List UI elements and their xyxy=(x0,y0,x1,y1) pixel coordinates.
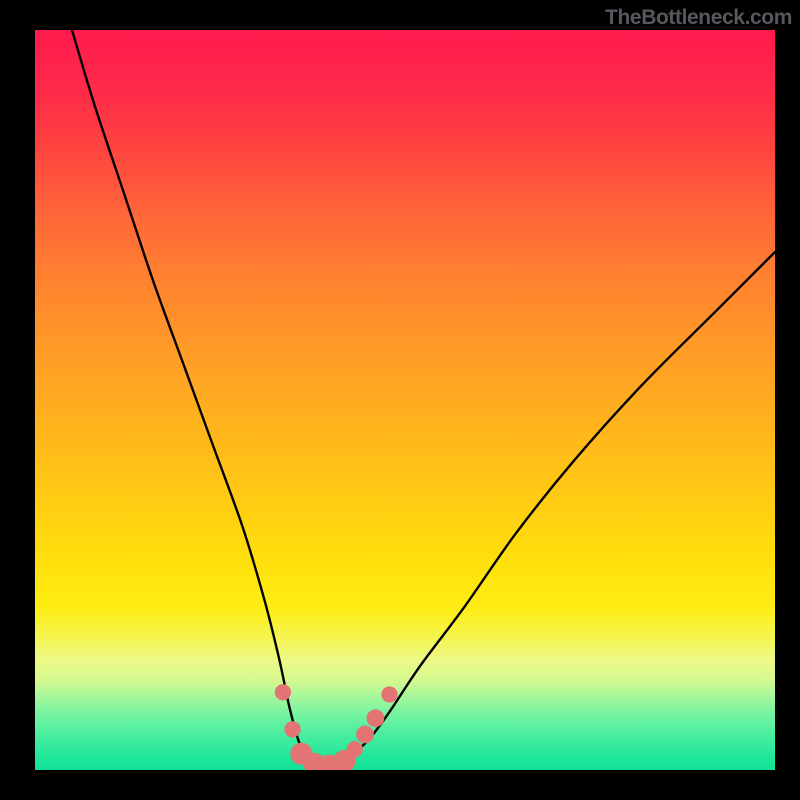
data-marker xyxy=(367,709,385,727)
watermark-text: TheBottleneck.com xyxy=(605,6,792,30)
data-marker xyxy=(381,686,397,702)
data-marker xyxy=(347,741,363,757)
data-marker xyxy=(284,721,300,737)
data-marker xyxy=(275,684,291,700)
data-marker xyxy=(356,726,374,744)
bottleneck-curve-chart xyxy=(35,30,775,770)
curve-line xyxy=(72,30,775,768)
